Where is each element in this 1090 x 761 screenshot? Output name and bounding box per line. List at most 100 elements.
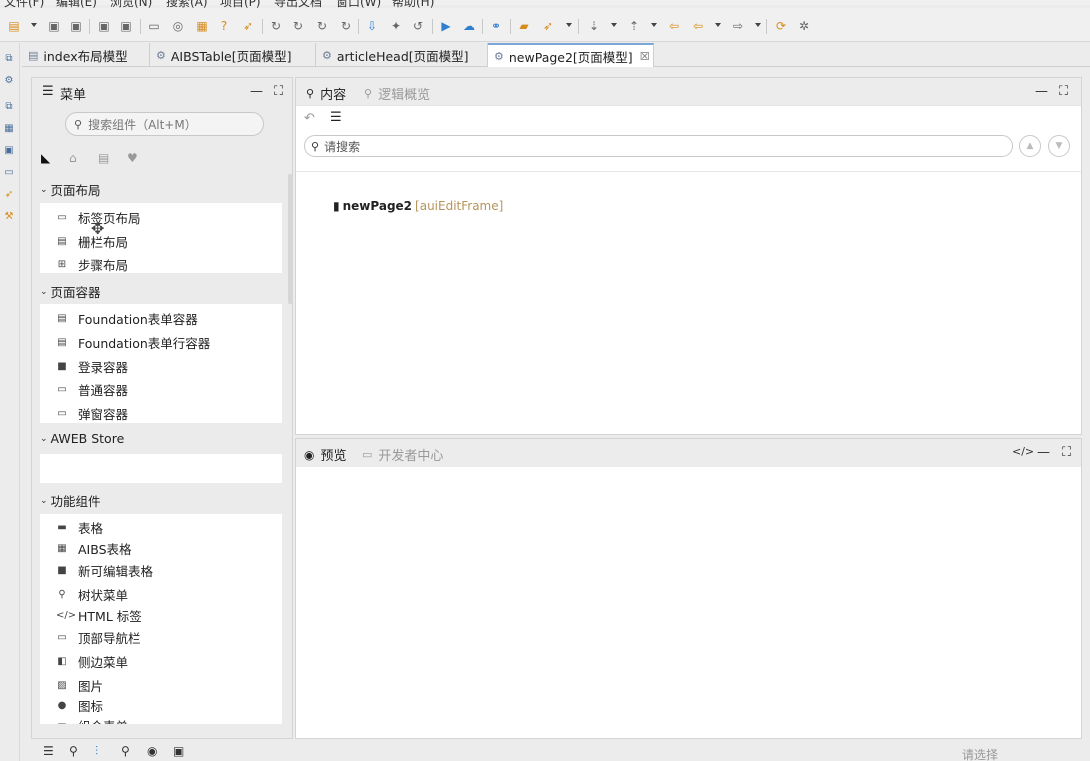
component-editable-table[interactable]: ■ 新可编辑表格 <box>56 561 153 580</box>
forward-icon[interactable]: ⇨ <box>730 18 746 34</box>
minimize-icon[interactable]: — <box>1035 84 1048 99</box>
search-icon: ⚲ <box>74 117 83 131</box>
window-view-icon[interactable]: ▭ <box>2 165 16 179</box>
template-category-icon[interactable]: ▤ <box>98 151 109 165</box>
component-tree-menu[interactable]: ⚲ 树状菜单 <box>56 585 128 604</box>
outline-icon[interactable]: ⚲ <box>69 744 78 758</box>
group-function-components[interactable]: ⌄ 功能组件 <box>40 491 101 510</box>
tree-node-newpage2[interactable]: ▮ newPage2 [auiEditFrame] <box>333 199 503 213</box>
new-dropdown-icon[interactable] <box>31 23 37 27</box>
refresh-d-icon[interactable]: ↻ <box>338 18 354 34</box>
component-step-layout[interactable]: ⊞ 步骤布局 <box>56 255 128 274</box>
reload-icon[interactable]: ⟳ <box>773 18 789 34</box>
save-all-icon[interactable]: ▣ <box>68 18 84 34</box>
copy-icon[interactable]: ▣ <box>118 18 134 34</box>
window-icon[interactable]: ▭ <box>146 18 162 34</box>
move-down-button[interactable]: ▼ <box>1048 135 1070 157</box>
menu-icon[interactable]: ☰ <box>43 744 54 758</box>
open-folder-icon[interactable]: ▰ <box>516 18 532 34</box>
group-page-container[interactable]: ⌄ 页面容器 <box>40 282 101 301</box>
undo-sync-icon[interactable]: ↺ <box>410 18 426 34</box>
refresh-c-icon[interactable]: ↻ <box>314 18 330 34</box>
save-icon[interactable]: ▣ <box>46 18 62 34</box>
move-up-button[interactable]: ▲ <box>1019 135 1041 157</box>
play-icon[interactable]: ▶ <box>438 18 454 34</box>
list-item-label: 树状菜单 <box>78 588 129 603</box>
code-icon[interactable]: </> <box>1012 445 1034 458</box>
minimize-icon[interactable]: — <box>250 84 263 99</box>
component-html-tag[interactable]: </> HTML 标签 <box>56 606 142 625</box>
close-tab-icon[interactable]: ☒ <box>640 50 650 63</box>
monitor-icon[interactable]: ▣ <box>2 143 16 157</box>
back-dropdown-icon[interactable] <box>715 23 721 27</box>
grid-layout-icon: ▤ <box>57 236 67 247</box>
components-category-icon[interactable]: ◣ <box>41 151 50 165</box>
duplicate-icon[interactable]: ▦ <box>194 18 210 34</box>
hierarchy-icon[interactable]: ⚲ <box>121 744 130 758</box>
help-doc-icon[interactable]: ? <box>216 18 232 34</box>
component-top-navbar[interactable]: ▭ 顶部导航栏 <box>56 628 140 647</box>
refresh-b-icon[interactable]: ↻ <box>290 18 306 34</box>
connect-icon[interactable]: ⚭ <box>488 18 504 34</box>
minimize-icon[interactable]: — <box>1037 445 1050 460</box>
component-combo-form[interactable]: ▬ 组合表单 <box>56 716 128 724</box>
tree-list-icon[interactable]: ☰ <box>330 110 342 125</box>
model-tree-icon[interactable]: ⚙ <box>2 73 16 87</box>
launch-dropdown-icon[interactable] <box>566 23 572 27</box>
component-foundation-form[interactable]: ▤ Foundation表单容器 <box>56 309 198 328</box>
tab-articlehead[interactable]: ⚙ articleHead[页面模型] <box>316 43 488 67</box>
component-icon[interactable]: ● 图标 <box>56 696 103 715</box>
sync-icon[interactable]: ◎ <box>170 18 186 34</box>
component-foundation-form-row[interactable]: ▤ Foundation表单行容器 <box>56 333 210 352</box>
component-login-container[interactable]: ■ 登录容器 <box>56 357 128 376</box>
refresh-a-icon[interactable]: ↻ <box>268 18 284 34</box>
tools-icon[interactable]: ⚒ <box>2 209 16 223</box>
tab-index-layout[interactable]: ▤ index布局模型 <box>22 43 150 67</box>
maximize-icon[interactable]: ⛶ <box>1059 84 1068 99</box>
group-page-layout[interactable]: ⌄ 页面布局 <box>40 180 101 199</box>
properties-sliders-icon[interactable]: ⫶ <box>95 744 98 759</box>
component-image[interactable]: ▨ 图片 <box>56 676 103 695</box>
rocket-icon[interactable]: ➶ <box>2 187 16 201</box>
last-edit-icon[interactable]: ⇦ <box>666 18 682 34</box>
maximize-icon[interactable]: ⛶ <box>274 84 283 99</box>
tab-newpage2[interactable]: ⚙ newPage2[页面模型] ☒ <box>488 43 654 67</box>
tab-developer-center[interactable]: ▭ 开发者中心 <box>362 445 443 464</box>
group-aweb-store[interactable]: ⌄ AWEB Store <box>40 431 124 446</box>
new-icon[interactable]: ▤ <box>6 18 22 34</box>
component-side-menu[interactable]: ◧ 侧边菜单 <box>56 652 128 671</box>
print-icon[interactable]: ▣ <box>96 18 112 34</box>
component-aibs-table[interactable]: ▦ AIBS表格 <box>56 539 131 558</box>
tab-preview[interactable]: ◉ 预览 <box>304 445 347 465</box>
sidebar-scrollbar[interactable] <box>288 174 293 304</box>
component-dialog-container[interactable]: ▭ 弹窗容器 <box>56 404 128 423</box>
cloud-upload-icon[interactable]: ☁ <box>461 18 477 34</box>
next-annotation-icon[interactable]: ⇣ <box>586 18 602 34</box>
maximize-icon[interactable]: ⛶ <box>1062 445 1071 460</box>
favorites-heart-icon[interactable]: ♥ <box>127 151 138 165</box>
deploy-icon[interactable]: ⇩ <box>364 18 380 34</box>
package-icon[interactable]: ✦ <box>388 18 404 34</box>
restore-icon[interactable]: ⧉ <box>2 51 16 65</box>
table-view-icon[interactable]: ▦ <box>2 121 16 135</box>
run-icon[interactable]: ➶ <box>240 18 256 34</box>
component-search-input[interactable]: ⚲ 搜索组件（Alt+M） <box>65 112 264 136</box>
component-table[interactable]: ▬ 表格 <box>56 518 103 537</box>
settings-gear-icon[interactable]: ✲ <box>796 18 812 34</box>
tab-aibstable[interactable]: ⚙ AIBSTable[页面模型] <box>150 43 316 67</box>
tab-logic-overview[interactable]: ⚲ 逻辑概览 <box>364 84 430 103</box>
prev-dropdown-icon[interactable] <box>651 23 657 27</box>
undo-icon[interactable]: ↶ <box>304 111 315 126</box>
eye-icon[interactable]: ◉ <box>147 744 157 758</box>
tab-content[interactable]: ⚲ 内容 <box>306 84 346 103</box>
launch-icon[interactable]: ➶ <box>540 18 556 34</box>
prev-annotation-icon[interactable]: ⇡ <box>626 18 642 34</box>
component-basic-container[interactable]: ▭ 普通容器 <box>56 380 128 399</box>
next-dropdown-icon[interactable] <box>611 23 617 27</box>
restore-2-icon[interactable]: ⧉ <box>2 99 16 113</box>
library-category-icon[interactable]: ⌂ <box>69 151 77 165</box>
code-window-icon[interactable]: ▣ <box>173 744 184 758</box>
content-search-input[interactable]: ⚲ 请搜索 <box>304 135 1013 157</box>
forward-dropdown-icon[interactable] <box>755 23 761 27</box>
back-icon[interactable]: ⇦ <box>690 18 706 34</box>
